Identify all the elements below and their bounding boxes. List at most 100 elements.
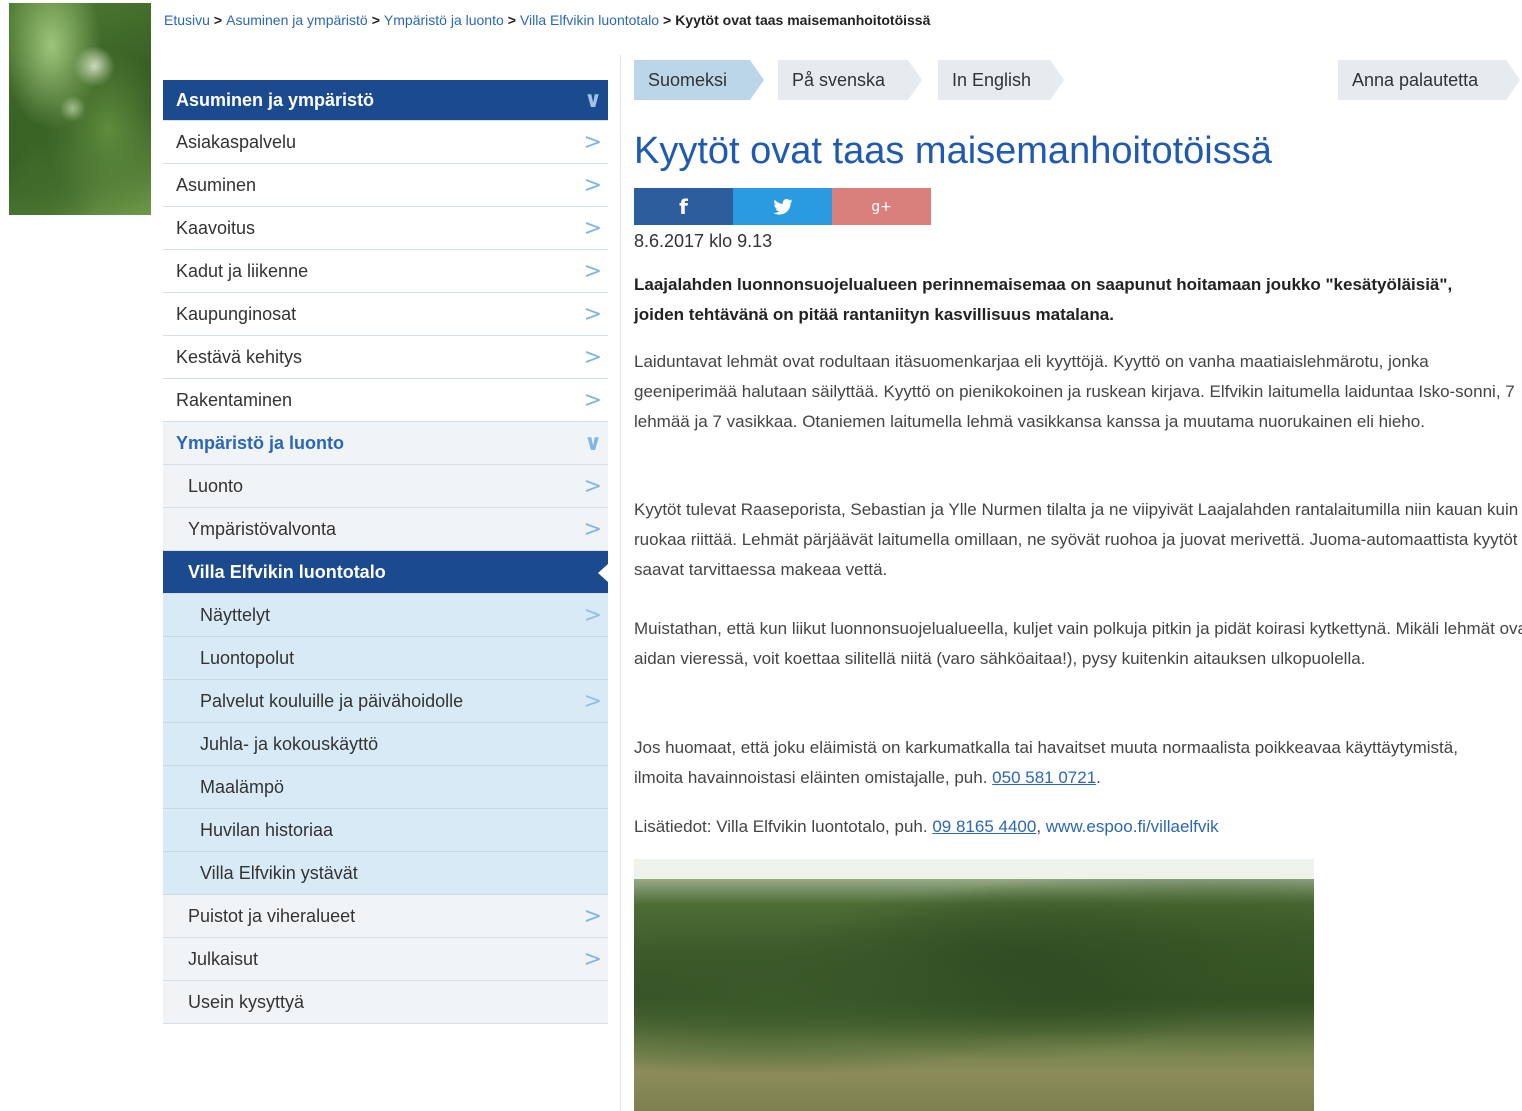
sidebar-item-ymparisto[interactable]: Ympäristö ja luonto ∨ — [163, 422, 608, 465]
phone-link-villa[interactable]: 09 8165 4400 — [932, 817, 1036, 836]
sidebar-item-label: Kaupunginosat — [176, 304, 297, 324]
sidebar-item-asuminen[interactable]: Asuminen > — [163, 164, 608, 207]
sidebar-item-kaavoitus[interactable]: Kaavoitus > — [163, 207, 608, 250]
sidebar-item-label: Villa Elfvikin luontotalo — [188, 562, 386, 582]
tab-label: In English — [952, 70, 1032, 90]
sidebar-item-label: Näyttelyt — [200, 605, 271, 625]
breadcrumb-separator: > — [663, 12, 672, 28]
website-link[interactable]: www.espoo.fi/villaelfvik — [1046, 817, 1219, 836]
sidebar-item-luontopolut[interactable]: Luontopolut — [163, 637, 608, 680]
article-paragraph-4: Jos huomaat, että joku eläimistä on kark… — [634, 733, 1474, 793]
facebook-share-button[interactable]: f — [634, 188, 733, 225]
chevron-right-icon: > — [583, 689, 602, 714]
sidebar-item-nayttelyt[interactable]: Näyttelyt > — [163, 594, 608, 637]
feedback-button[interactable]: Anna palautetta — [1338, 60, 1520, 100]
breadcrumb-home[interactable]: Etusivu — [164, 12, 210, 28]
chevron-right-icon: > — [583, 259, 602, 284]
breadcrumb-separator: > — [507, 12, 516, 28]
sidebar-item-puistot[interactable]: Puistot ja viheralueet > — [163, 895, 608, 938]
sidebar-item-kestava[interactable]: Kestävä kehitys > — [163, 336, 608, 379]
feedback-label: Anna palautetta — [1352, 70, 1479, 90]
page-title: Kyytöt ovat taas maisemanhoitotöissä — [634, 130, 1272, 172]
paragraph-text: , — [1036, 817, 1046, 836]
paragraph-text: . — [1096, 768, 1101, 787]
breadcrumb: Etusivu > Asuminen ja ympäristö > Ympäristö … — [164, 12, 930, 28]
chevron-down-icon: ∨ — [584, 88, 602, 113]
breadcrumb-living[interactable]: Asuminen ja ympäristö — [226, 12, 368, 28]
sidebar-item-historiaa[interactable]: Huvilan historiaa — [163, 809, 608, 852]
gplus-share-button[interactable]: g+ — [832, 188, 931, 225]
publish-date: 8.6.2017 klo 9.13 — [634, 231, 773, 251]
sidebar-item-label: Huvilan historiaa — [200, 820, 334, 840]
sidebar-item-label: Kadut ja liikenne — [176, 261, 309, 281]
sidebar-item-luonto[interactable]: Luonto > — [163, 465, 608, 508]
sidebar-item-ymparistovalvonta[interactable]: Ympäristövalvonta > — [163, 508, 608, 551]
breadcrumb-villa-elfvik[interactable]: Villa Elfvikin luontotalo — [520, 12, 659, 28]
sidebar-item-usein-kysyttya[interactable]: Usein kysyttyä — [163, 981, 608, 1024]
header-photo — [9, 3, 151, 215]
sidebar-item-palvelut[interactable]: Palvelut kouluille ja päivähoidolle > — [163, 680, 608, 723]
chevron-right-icon: > — [583, 947, 602, 972]
paragraph-text: Villa Elfvikin luontotalo, puh. — [711, 817, 933, 836]
sidebar-item-label: Usein kysyttyä — [188, 992, 305, 1012]
sidebar-nav: Asuminen ja ympäristö ∨ Asiakaspalvelu > … — [163, 80, 608, 1024]
active-indicator — [598, 564, 608, 582]
sidebar-item-juhla[interactable]: Juhla- ja kokouskäyttö — [163, 723, 608, 766]
sidebar-item-label: Luonto — [188, 476, 244, 496]
chevron-right-icon: > — [583, 345, 602, 370]
breadcrumb-separator: > — [213, 12, 223, 28]
tab-english[interactable]: In English — [938, 60, 1064, 100]
sidebar-item-asiakaspalvelu[interactable]: Asiakaspalvelu > — [163, 121, 608, 164]
share-bar: f g+ — [634, 188, 931, 225]
tab-finnish[interactable]: Suomeksi — [634, 60, 764, 100]
chevron-right-icon: > — [583, 517, 602, 542]
chevron-right-icon: > — [583, 173, 602, 198]
sidebar-item-rakentaminen[interactable]: Rakentaminen > — [163, 379, 608, 422]
article-paragraph-5: Lisätiedot: Villa Elfvikin luontotalo, p… — [634, 812, 1522, 842]
article-paragraph-3: Muistathan, että kun liikut luonnonsuoje… — [634, 619, 1522, 668]
sidebar-item-label: Juhla- ja kokouskäyttö — [200, 734, 379, 754]
tab-label: På svenska — [792, 70, 886, 90]
sidebar-item-label: Palvelut kouluille ja päivähoidolle — [200, 691, 464, 711]
sidebar-item-kaupunginosat[interactable]: Kaupunginosat > — [163, 293, 608, 336]
chevron-right-icon: > — [583, 216, 602, 241]
sidebar-item-label: Asuminen ja ympäristö — [176, 90, 375, 110]
chevron-right-icon: > — [583, 302, 602, 327]
tab-swedish[interactable]: På svenska — [778, 60, 922, 100]
sidebar-item-label: Asiakaspalvelu — [176, 132, 297, 152]
sidebar-item-label: Villa Elfvikin ystävät — [200, 863, 358, 883]
sidebar-item-maalampo[interactable]: Maalämpö — [163, 766, 608, 809]
tab-label: Suomeksi — [648, 70, 728, 90]
sidebar-section-head[interactable]: Asuminen ja ympäristö ∨ — [163, 80, 608, 121]
sidebar-item-kadut[interactable]: Kadut ja liikenne > — [163, 250, 608, 293]
sidebar-item-villa-elfvik[interactable]: Villa Elfvikin luontotalo — [163, 551, 608, 594]
twitter-share-button[interactable] — [733, 188, 832, 225]
column-divider — [620, 55, 621, 1111]
chevron-right-icon: > — [583, 130, 602, 155]
sidebar-item-julkaisut[interactable]: Julkaisut > — [163, 938, 608, 981]
chevron-right-icon: > — [583, 904, 602, 929]
article-paragraph-2: Kyytöt tulevat Raaseporista, Sebastian j… — [634, 500, 1519, 579]
chevron-right-icon: > — [583, 474, 602, 499]
sidebar-item-label: Luontopolut — [200, 648, 295, 668]
sidebar-item-label: Puistot ja viheralueet — [188, 906, 356, 926]
sidebar-item-ystavat[interactable]: Villa Elfvikin ystävät — [163, 852, 608, 895]
breadcrumb-current: Kyytöt ovat taas maisemanhoitotöissä — [675, 12, 931, 28]
breadcrumb-separator: > — [371, 12, 380, 28]
chevron-right-icon: > — [583, 388, 602, 413]
breadcrumb-environment[interactable]: Ympäristö ja luonto — [384, 12, 504, 28]
sidebar-item-label: Rakentaminen — [176, 390, 293, 410]
sidebar-item-label: Kestävä kehitys — [176, 347, 303, 367]
sidebar-item-label: Ympäristö ja luonto — [176, 433, 345, 453]
sidebar-item-label: Julkaisut — [188, 949, 259, 969]
sidebar-item-label: Ympäristövalvonta — [188, 519, 337, 539]
article-lead: Laajalahden luonnonsuojelualueen perinne… — [634, 275, 1453, 324]
phone-link-owner[interactable]: 050 581 0721 — [992, 768, 1096, 787]
facebook-icon: f — [679, 194, 688, 219]
twitter-icon — [772, 198, 793, 215]
chevron-right-icon: > — [583, 603, 602, 628]
gplus-icon: g+ — [871, 198, 892, 215]
info-label: Lisätiedot: — [634, 817, 712, 836]
chevron-down-icon: ∨ — [584, 431, 602, 456]
sidebar-item-label: Maalämpö — [200, 777, 285, 797]
